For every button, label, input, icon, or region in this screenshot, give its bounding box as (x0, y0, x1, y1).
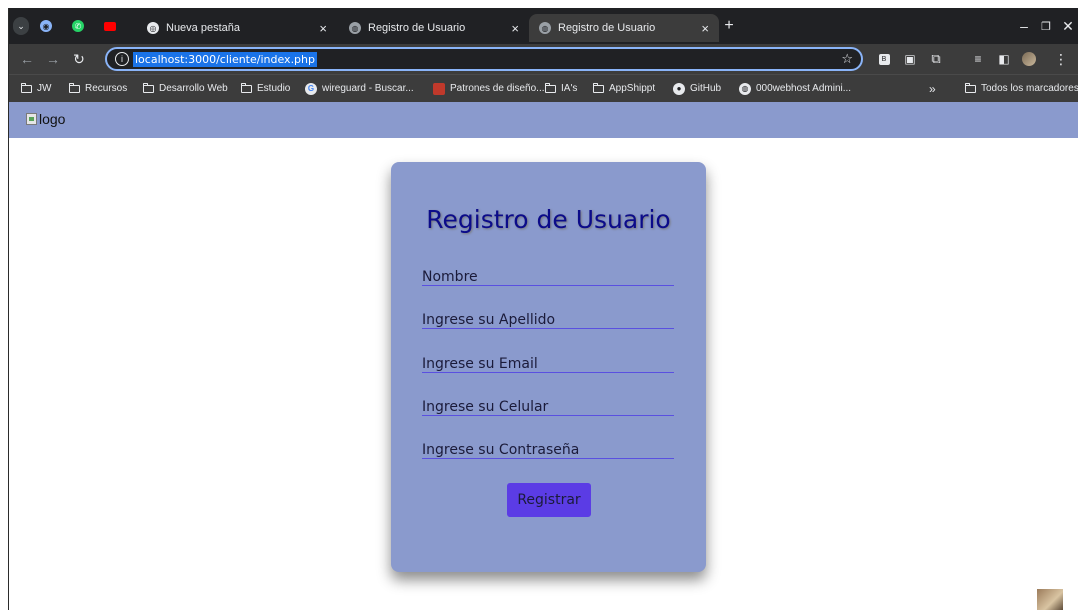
menu-kebab-icon[interactable]: ⋮ (1054, 51, 1068, 67)
bookmark-item[interactable]: ◍ 000webhost Admini... (739, 75, 851, 102)
bookmark-label: wireguard - Buscar... (322, 83, 414, 94)
site-info-icon[interactable]: i (115, 52, 129, 66)
globe-icon: ◍ (539, 22, 551, 34)
side-panel-icon[interactable]: ◧ (997, 51, 1011, 67)
page-viewport: logo Registro de Usuario Registrar (9, 102, 1078, 610)
broken-image-icon (26, 113, 37, 125)
close-icon[interactable]: × (701, 21, 709, 36)
bookmark-label: JW (37, 83, 52, 94)
all-bookmarks-item[interactable]: Todos los marcadores (964, 75, 1078, 102)
bookmark-item[interactable]: ● GitHub (673, 75, 721, 102)
extensions-puzzle-icon[interactable]: ⧉ (929, 51, 943, 67)
password-input[interactable] (422, 441, 674, 459)
browser-window: ⌄ ◉ ✆ ◎ Nueva pestaña × ◍ Registro de Us… (8, 8, 1078, 610)
pinned-tab-youtube[interactable] (103, 17, 117, 35)
email-input[interactable] (422, 355, 674, 373)
bookmark-item[interactable]: Recursos (68, 75, 128, 102)
address-text[interactable]: localhost:3000/cliente/index.php (133, 51, 317, 67)
bookmark-item[interactable]: Gwireguard - Buscar... (305, 75, 414, 102)
bookmark-label: GitHub (690, 83, 722, 94)
register-button[interactable]: Registrar (507, 483, 591, 517)
folder-icon (142, 82, 154, 93)
reading-list-icon[interactable]: ≡ (971, 51, 985, 67)
folder-icon (964, 82, 976, 93)
extension-b-icon[interactable]: B (877, 51, 891, 67)
close-icon[interactable]: × (319, 21, 327, 36)
bookmark-label: Desarrollo Web (159, 83, 228, 94)
bookmark-label: IA's (561, 83, 578, 94)
globe-icon: ◍ (349, 22, 361, 34)
folder-icon (20, 82, 32, 93)
site-icon (433, 82, 445, 95)
folder-icon (240, 82, 252, 93)
new-tab-button[interactable]: + (721, 17, 737, 34)
back-icon[interactable]: ← (19, 51, 35, 67)
youtube-icon (104, 21, 116, 31)
tab-title: Nueva pestaña (166, 22, 240, 34)
folder-icon (68, 82, 80, 93)
folder-icon (592, 82, 604, 93)
form-title: Registro de Usuario (426, 205, 671, 234)
bookmark-item[interactable]: Estudio (240, 75, 291, 102)
tab-registro-1[interactable]: ◍ Registro de Usuario × (339, 14, 529, 42)
lastname-input[interactable] (422, 311, 674, 329)
bookmark-label: Todos los marcadores (981, 83, 1078, 94)
reload-icon[interactable]: ↻ (71, 51, 87, 67)
more-bookmarks-button[interactable]: » (929, 75, 936, 102)
bookmark-item[interactable]: AppShippt (592, 75, 656, 102)
tab-title: Registro de Usuario (368, 22, 466, 34)
site-header: logo (9, 102, 1078, 138)
bookmark-item[interactable]: IA's (544, 75, 578, 102)
bookmark-label: Patrones de diseño... (450, 83, 545, 94)
name-input[interactable] (422, 268, 674, 286)
tab-strip: ⌄ ◉ ✆ ◎ Nueva pestaña × ◍ Registro de Us… (9, 8, 1078, 44)
bookmarks-bar: JW Recursos Desarrollo Web Estudio Gwire… (9, 74, 1078, 102)
profile-avatar[interactable] (1021, 51, 1037, 67)
pinned-tab-1[interactable]: ◉ (39, 17, 53, 35)
restore-icon[interactable]: ❐ (1039, 18, 1053, 34)
star-icon[interactable]: ☆ (841, 51, 853, 67)
chrome-icon: ◎ (147, 22, 159, 34)
bookmark-item[interactable]: Desarrollo Web (142, 75, 228, 102)
close-icon[interactable]: × (511, 21, 519, 36)
tab-nueva-pestana[interactable]: ◎ Nueva pestaña × (137, 14, 337, 42)
tab-search-button[interactable]: ⌄ (13, 17, 29, 35)
google-icon: G (305, 82, 317, 95)
window-close-icon[interactable]: ✕ (1061, 18, 1075, 34)
bookmark-item[interactable]: JW (20, 75, 52, 102)
forward-icon[interactable]: → (45, 51, 61, 67)
folder-icon (544, 82, 556, 93)
bookmark-label: Estudio (257, 83, 291, 94)
bookmark-item[interactable]: Patrones de diseño... (433, 75, 545, 102)
bookmark-label: Recursos (85, 83, 128, 94)
tab-registro-active[interactable]: ◍ Registro de Usuario × (529, 14, 719, 42)
address-bar[interactable]: i localhost:3000/cliente/index.php ☆ (105, 47, 863, 71)
extension-cast-icon[interactable]: ▣ (903, 51, 917, 67)
pinned-tab-whatsapp[interactable]: ✆ (71, 17, 85, 35)
globe-icon: ◍ (739, 82, 751, 95)
site-icon: ◉ (40, 20, 52, 32)
github-icon: ● (673, 82, 685, 95)
bookmark-label: AppShippt (609, 83, 656, 94)
logo[interactable]: logo (26, 111, 65, 127)
chevron-down-icon: ⌄ (17, 20, 25, 31)
whatsapp-icon: ✆ (72, 20, 84, 32)
tab-title: Registro de Usuario (558, 22, 656, 34)
phone-input[interactable] (422, 398, 674, 416)
user-avatar-corner (1037, 589, 1063, 610)
browser-toolbar: ← → ↻ i localhost:3000/cliente/index.php… (9, 44, 1078, 74)
logo-alt-text: logo (39, 111, 66, 127)
bookmark-label: 000webhost Admini... (756, 83, 852, 94)
minimize-icon[interactable]: – (1017, 18, 1031, 34)
registration-card: Registro de Usuario Registrar (391, 162, 706, 572)
